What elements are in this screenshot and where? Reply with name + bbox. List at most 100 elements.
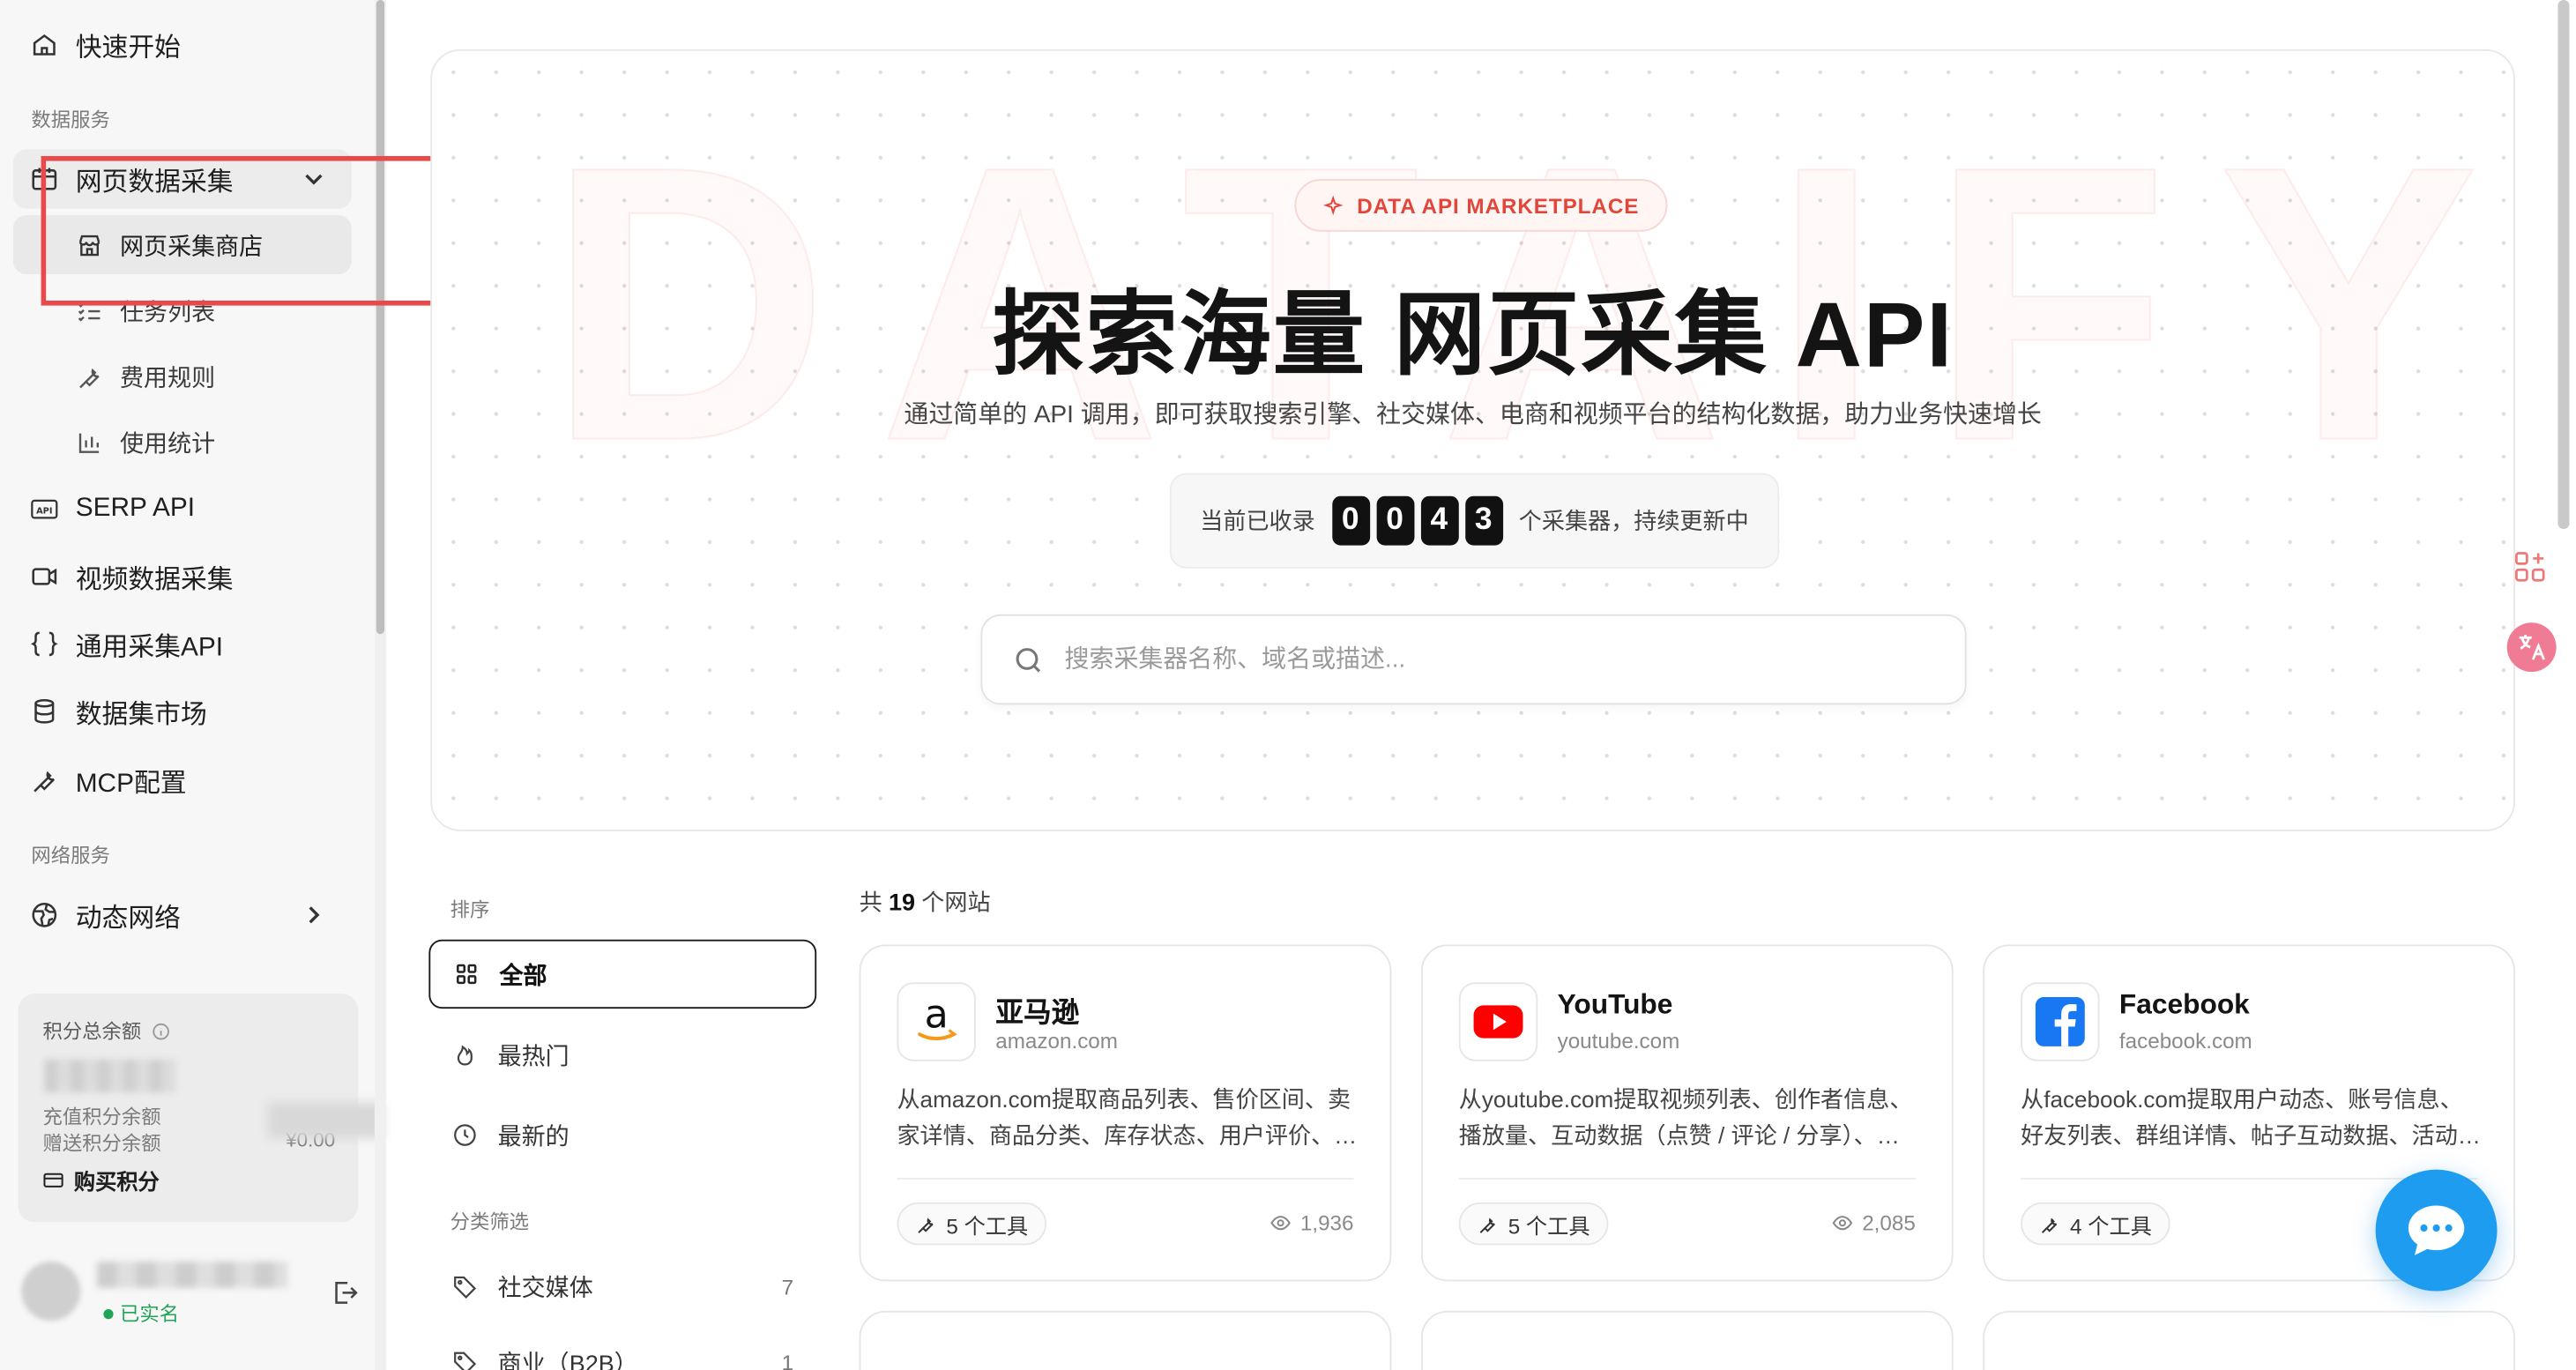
card-description: 从facebook.com提取用户动态、账号信息、好友列表、群组详情、帖子互动数… [2021,1085,2481,1149]
counter-digit: 0 [1331,495,1370,546]
credits-card: 积分总余额 充值积分余额 赠送积分余额 ¥0.00 购买积分 [18,994,383,1223]
svg-text:API: API [36,507,52,517]
category-count: 1 [781,1349,794,1370]
card-domain: amazon.com [995,1028,1118,1054]
list-check-icon [78,302,101,321]
nav-label: 数据集市场 [75,701,207,730]
nav-dynamic-network[interactable]: 动态网络 [13,885,352,944]
credits-total-value [44,1059,176,1093]
nav-dataset-market[interactable]: 数据集市场 [13,681,352,741]
user-name [96,1262,288,1288]
database-icon [34,698,55,724]
facebook-icon [2035,997,2085,1046]
nav-video[interactable]: 视频数据采集 [13,547,352,606]
category-count: 7 [781,1273,794,1299]
nav-sub-label: 网页采集商店 [120,234,264,261]
globe-icon [32,903,57,927]
search-input[interactable] [1064,645,1919,674]
nav-sub-scrape-store[interactable]: 网页采集商店 [12,215,352,275]
nav-sub-fee-rules[interactable]: 费用规则 [13,346,352,406]
nav-label: 通用采集API [75,634,224,662]
nav-web-scrape[interactable]: 网页数据采集 [12,149,352,209]
results-count: 共 19 个网站 [859,889,991,917]
sidebar-scrollbar[interactable] [376,0,385,635]
counter-digit: 3 [1464,495,1503,546]
eye-icon [1271,1216,1292,1231]
category-b2b[interactable]: 商业（B2B） 1 [428,1328,816,1370]
wrench-icon [1479,1217,1495,1232]
counter-digit: 4 [1419,495,1458,546]
card-divider [1458,1177,1916,1180]
chat-icon [2408,1205,2465,1255]
nav-sub-label: 费用规则 [120,365,216,392]
logout-icon[interactable] [331,1278,361,1308]
video-icon [32,568,57,585]
site-card-youtube[interactable]: YouTube youtube.com 从youtube.com提取视频列表、创… [1420,944,1954,1282]
nav-label: SERP API [75,494,196,523]
user-profile[interactable]: 已实名 [18,1252,371,1334]
nav-quick-start[interactable]: 快速开始 [13,15,352,74]
site-card-partial[interactable] [1420,1310,1954,1370]
counter-suffix: 个采集器，持续更新中 [1518,507,1749,534]
chevron-right-icon [309,906,320,924]
sparkle-icon [1322,194,1344,215]
translate-icon [2519,635,2545,660]
card-description: 从amazon.com提取商品列表、售价区间、卖家详情、商品分类、库存状态、用户… [897,1085,1358,1149]
chat-support-button[interactable] [2375,1169,2498,1292]
youtube-logo [1458,982,1538,1061]
sort-label: 排序 [450,898,490,922]
sort-all[interactable]: 全部 [428,939,817,1009]
card-domain: youtube.com [1557,1028,1680,1054]
card-divider [897,1177,1354,1180]
braces-icon [30,631,58,657]
apps-float-button[interactable] [2507,544,2553,590]
search-box[interactable] [980,614,1967,705]
tag-icon [454,1351,477,1370]
calendar-icon [32,168,57,190]
home-icon [33,34,56,56]
nav-general-api[interactable]: 通用采集API [13,614,352,674]
nav-mcp[interactable]: MCP配置 [13,751,352,810]
nav-sub-label: 任务列表 [120,300,216,326]
nav-label: MCP配置 [75,770,187,799]
youtube-icon [1473,1005,1523,1039]
page-title: 探索海量 网页采集 API [992,282,1954,386]
card-title: YouTube [1557,988,1673,1021]
site-card-partial[interactable] [1983,1310,2516,1370]
clock-icon [454,1124,476,1146]
nav-sub-usage-stats[interactable]: 使用统计 [13,413,352,472]
info-icon[interactable] [151,1021,170,1040]
category-social-media[interactable]: 社交媒体 7 [428,1252,816,1321]
wrench-icon [918,1217,934,1232]
nav-sub-task-list[interactable]: 任务列表 [13,281,352,340]
nav-serp-api[interactable]: API SERP API [13,480,352,539]
sidebar: 快速开始 数据服务 网页数据采集 网页采集商店 任务列表 费用规则 使用统计 A… [0,0,383,1370]
apps-icon [2515,552,2545,582]
avatar [21,1262,81,1322]
card-description: 从youtube.com提取视频列表、创作者信息、播放量、互动数据（点赞 / 评… [1458,1085,1913,1149]
credits-recharge-value [267,1102,383,1139]
wrench-icon [79,367,100,388]
svg-text:a: a [925,994,949,1037]
site-card-amazon[interactable]: a 亚马逊 amazon.com 从amazon.com提取商品列表、售价区间、… [859,944,1392,1282]
search-icon [1016,647,1041,672]
card-title: 亚马逊 [995,997,1080,1029]
site-card-partial[interactable] [859,1310,1392,1370]
buy-credits-button[interactable]: 购买积分 [42,1165,160,1195]
nav-sub-label: 使用统计 [120,431,216,458]
sort-newest[interactable]: 最新的 [428,1100,816,1169]
nav-label: 动态网络 [75,905,182,934]
counter-prefix: 当前已收录 [1200,507,1315,534]
card-domain: facebook.com [2118,1028,2252,1054]
wrench-icon [34,771,55,793]
card-tools-badge: 5 个工具 [897,1202,1046,1246]
sort-hottest[interactable]: 最热门 [428,1020,816,1089]
wrench-icon [2041,1217,2058,1232]
translate-float-button[interactable] [2506,622,2557,673]
category-label: 分类筛选 [450,1210,530,1234]
eye-icon [1833,1216,1854,1231]
credits-recharge-label: 充值积分余额 [42,1106,161,1129]
main-scrollbar[interactable] [2557,0,2570,529]
page-subtitle: 通过简单的 API 调用，即可获取搜索引擎、社交媒体、电商和视频平台的结构化数据… [904,400,2042,429]
section-data-services: 数据服务 [31,108,110,132]
